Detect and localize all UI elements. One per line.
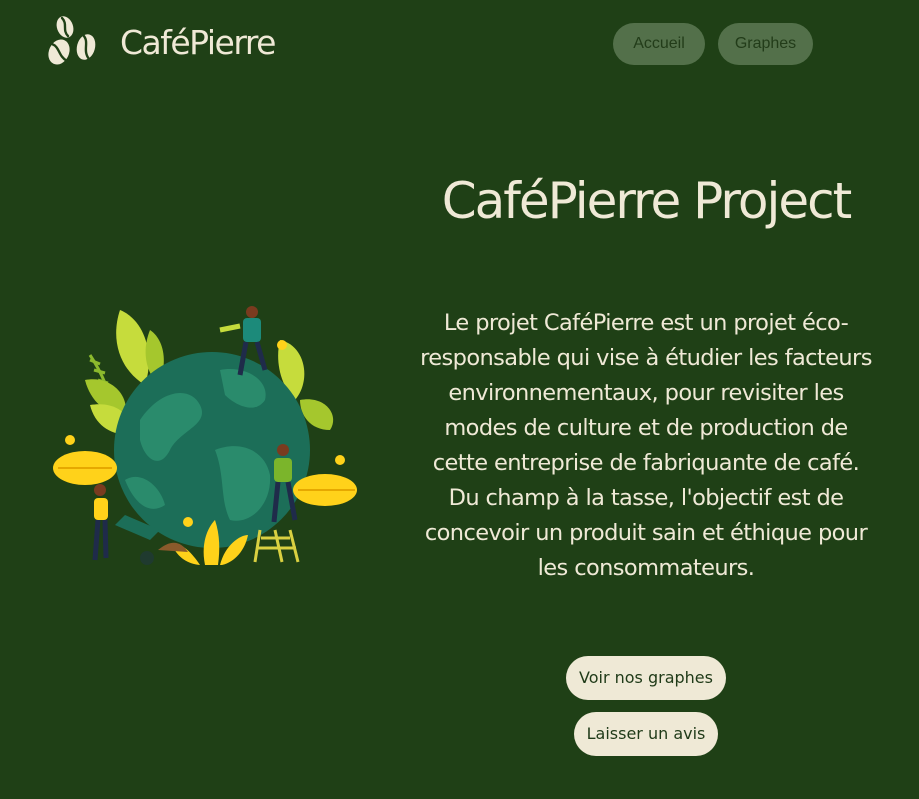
nav-graphes-button[interactable]: Graphes bbox=[718, 23, 813, 65]
page: CaféPierre Accueil Graphes CaféPierre Pr… bbox=[0, 0, 919, 799]
main-nav: Accueil Graphes bbox=[613, 23, 813, 65]
project-description: Le projet CaféPierre est un projet éco-r… bbox=[420, 306, 872, 586]
coffee-beans-icon bbox=[48, 16, 96, 65]
view-graphs-button[interactable]: Voir nos graphes bbox=[566, 656, 726, 700]
logo[interactable]: CaféPierre bbox=[46, 14, 276, 70]
cta-graphs-wrap: Voir nos graphes bbox=[420, 656, 872, 700]
description-paragraph-2: Du champ à la tasse, l'objectif est de c… bbox=[424, 485, 868, 581]
earth-illustration bbox=[53, 306, 357, 565]
brand-name: CaféPierre bbox=[120, 22, 276, 62]
nav-accueil-button[interactable]: Accueil bbox=[613, 23, 705, 65]
hero-content: CaféPierre Project Le projet CaféPierre … bbox=[420, 168, 872, 586]
cta-review-wrap: Laisser un avis bbox=[420, 712, 872, 756]
description-paragraph-1: Le projet CaféPierre est un projet éco-r… bbox=[420, 310, 872, 476]
leave-review-button[interactable]: Laisser un avis bbox=[573, 712, 719, 756]
page-title: CaféPierre Project bbox=[441, 172, 852, 230]
